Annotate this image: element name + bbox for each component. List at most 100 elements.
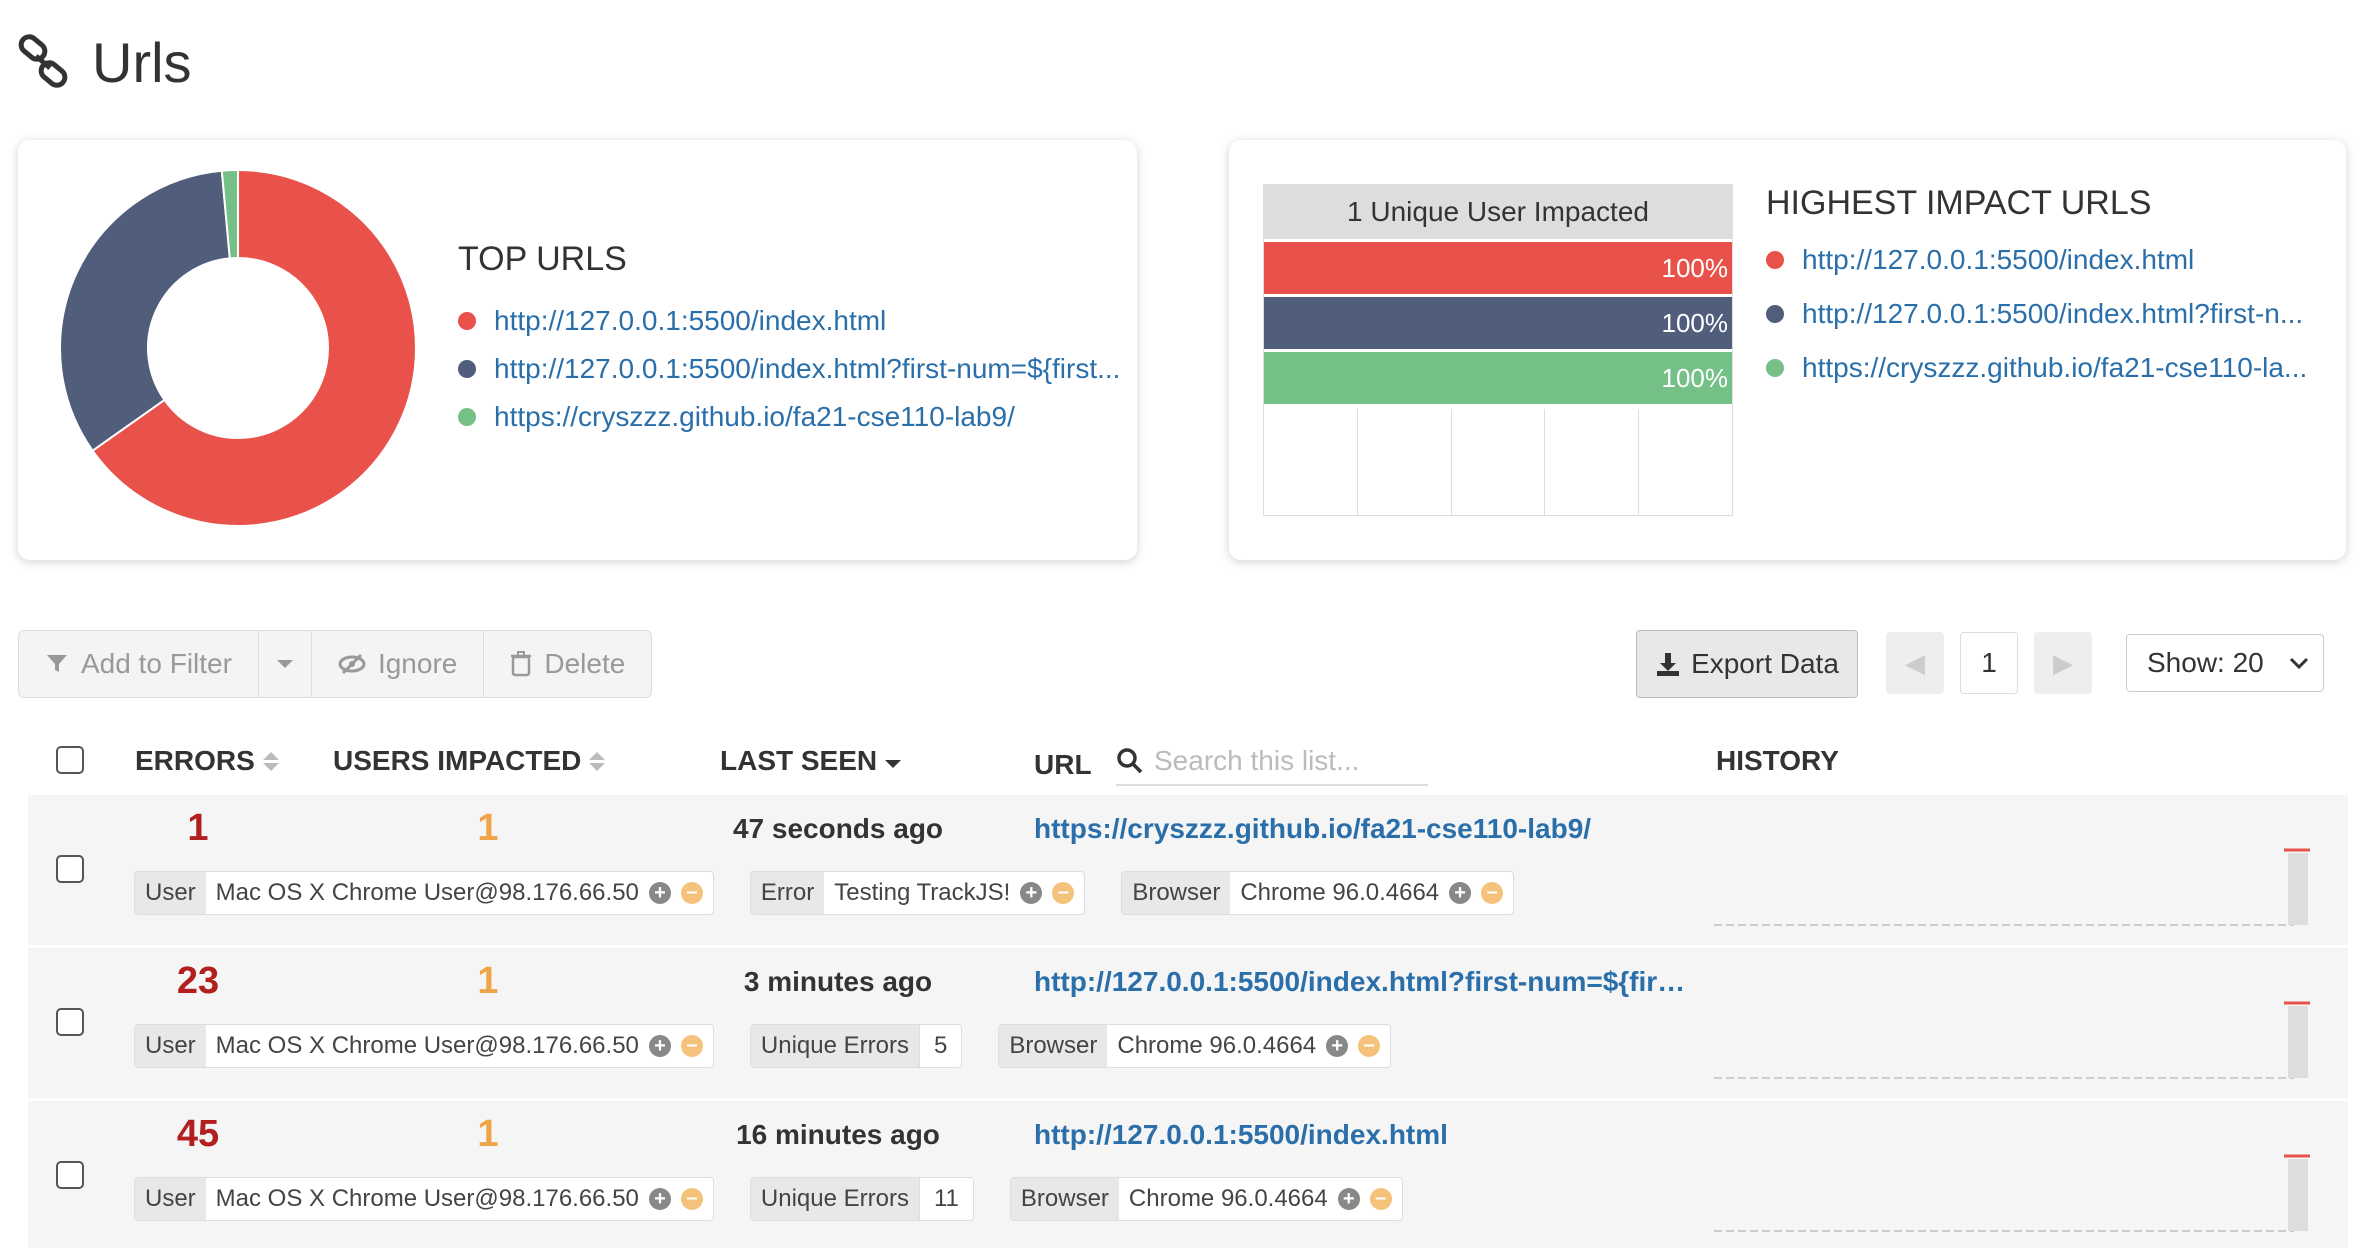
export-data-button[interactable]: Export Data [1636, 630, 1858, 698]
search-input[interactable] [1154, 745, 1424, 777]
tag-value: Mac OS X Chrome User@98.176.66.50 [215, 1032, 639, 1059]
bars-container: 100% 100% 100% [1264, 242, 1732, 404]
impact-url-link[interactable]: https://cryszzz.github.io/fa21-cse110-la… [1802, 352, 2307, 384]
impact-bar: 100% [1264, 352, 1732, 404]
exclude-filter-icon[interactable]: – [680, 882, 703, 904]
add-to-filter-label: Add to Filter [81, 648, 232, 679]
row-checkbox[interactable] [56, 855, 84, 883]
last-seen-column-header[interactable]: LAST SEEN [720, 740, 902, 782]
tag-count: 5 [918, 1025, 961, 1067]
history-sparkline [1714, 848, 2310, 926]
bar-grid [1264, 409, 1732, 515]
filter-dropdown-button[interactable] [259, 631, 312, 697]
last-seen: 3 minutes ago [743, 966, 933, 997]
exclude-filter-icon[interactable]: – [1481, 882, 1504, 904]
url-column-header: URL [1034, 744, 1092, 786]
chevron-right-icon: ▶ [2053, 647, 2073, 678]
delete-label: Delete [544, 648, 626, 679]
tag-value: Mac OS X Chrome User@98.176.66.50 [215, 879, 639, 906]
top-url-item[interactable]: http://127.0.0.1:5500/index.html?first-n… [458, 345, 1118, 393]
impact-url-item[interactable]: http://127.0.0.1:5500/index.html?first-n… [1766, 287, 2326, 341]
top-urls-card: TOP URLS http://127.0.0.1:5500/index.htm… [18, 140, 1137, 560]
tag-value: Mac OS X Chrome User@98.176.66.50 [215, 1185, 639, 1212]
top-url-link[interactable]: https://cryszzz.github.io/fa21-cse110-la… [494, 401, 1015, 433]
current-page[interactable]: 1 [1960, 632, 2018, 694]
exclude-filter-icon[interactable]: – [1358, 1035, 1381, 1057]
impact-url-link[interactable]: http://127.0.0.1:5500/index.html?first-n… [1802, 298, 2303, 330]
users-column-header[interactable]: USERS IMPACTED [333, 740, 606, 782]
delete-button[interactable]: Delete [484, 631, 651, 697]
page-header: Urls [16, 22, 192, 102]
add-filter-icon[interactable]: + [1449, 882, 1472, 904]
download-icon [1657, 653, 1680, 676]
legend-dot [1766, 359, 1784, 377]
impact-url-link[interactable]: http://127.0.0.1:5500/index.html [1802, 244, 2194, 276]
ignore-label: Ignore [377, 648, 458, 679]
impact-bar: 100% [1264, 297, 1732, 349]
users-impacted-count: 1 [477, 960, 499, 1002]
table-row[interactable]: 1 1 47 seconds ago https://cryszzz.githu… [28, 795, 2348, 945]
tag-value: Chrome 96.0.4664 [1128, 1185, 1328, 1212]
page-size-select[interactable]: Show: 20 [2126, 634, 2324, 692]
last-seen: 16 minutes ago [736, 1119, 940, 1150]
history-column-header: HISTORY [1716, 740, 1839, 782]
tag-key: Browser [1010, 1178, 1119, 1220]
add-filter-icon[interactable]: + [648, 1188, 671, 1210]
last-seen: 47 seconds ago [732, 813, 944, 844]
previous-page-button[interactable]: ◀ [1886, 632, 1944, 694]
legend-dot [1766, 305, 1784, 323]
add-filter-icon[interactable]: + [648, 882, 671, 904]
user-tag: User Mac OS X Chrome User@98.176.66.50 +… [134, 1177, 714, 1221]
errors-column-header[interactable]: ERRORS [135, 740, 279, 782]
top-url-item[interactable]: https://cryszzz.github.io/fa21-cse110-la… [458, 393, 1118, 441]
add-filter-icon[interactable]: + [1337, 1188, 1360, 1210]
error-count: 23 [176, 960, 220, 1002]
legend-dot [458, 360, 476, 378]
exclude-filter-icon[interactable]: – [1369, 1188, 1392, 1210]
next-page-button[interactable]: ▶ [2034, 632, 2092, 694]
exclude-filter-icon[interactable]: – [680, 1035, 703, 1057]
users-impacted-count: 1 [477, 1113, 499, 1155]
row-checkbox[interactable] [56, 1008, 84, 1036]
search-icon [1117, 748, 1143, 774]
table-row[interactable]: 23 1 3 minutes ago http://127.0.0.1:5500… [28, 948, 2348, 1098]
table-row[interactable]: 45 1 16 minutes ago http://127.0.0.1:550… [28, 1101, 2348, 1248]
user-tag: User Mac OS X Chrome User@98.176.66.50 +… [134, 871, 714, 915]
url-link[interactable]: http://127.0.0.1:5500/index.html [1034, 1119, 1448, 1151]
browser-tag: Browser Chrome 96.0.4664 + – [1009, 1177, 1403, 1221]
tag-list: User Mac OS X Chrome User@98.176.66.50 +… [134, 1177, 1403, 1221]
sort-icon [589, 751, 606, 771]
exclude-filter-icon[interactable]: – [1052, 882, 1075, 904]
browser-tag: Browser Chrome 96.0.4664 + – [998, 1024, 1392, 1068]
impact-bar-chart: 1 Unique User Impacted 100% 100% 100% [1263, 184, 1733, 516]
tag-key: User [135, 1025, 206, 1067]
caret-down-icon [276, 660, 293, 668]
top-url-link[interactable]: http://127.0.0.1:5500/index.html?first-n… [494, 353, 1118, 385]
url-link[interactable]: https://cryszzz.github.io/fa21-cse110-la… [1034, 813, 1591, 845]
top-url-link[interactable]: http://127.0.0.1:5500/index.html [494, 305, 886, 337]
add-filter-icon[interactable]: + [1020, 882, 1043, 904]
add-filter-icon[interactable]: + [648, 1035, 671, 1057]
trash-icon [511, 651, 532, 677]
unique-errors-tag: Unique Errors 11 [749, 1177, 974, 1221]
ignore-button[interactable]: Ignore [312, 631, 485, 697]
row-checkbox[interactable] [56, 1161, 84, 1189]
browser-tag: Browser Chrome 96.0.4664 + – [1121, 871, 1515, 915]
add-to-filter-button[interactable]: Add to Filter [19, 631, 259, 697]
top-url-item[interactable]: http://127.0.0.1:5500/index.html [458, 297, 1118, 345]
impact-url-item[interactable]: http://127.0.0.1:5500/index.html [1766, 233, 2326, 287]
unique-errors-tag: Unique Errors 5 [749, 1024, 963, 1068]
url-link[interactable]: http://127.0.0.1:5500/index.html?first-n… [1034, 966, 1694, 998]
eye-slash-icon [338, 653, 366, 675]
impact-bar: 100% [1264, 242, 1732, 294]
tag-list: User Mac OS X Chrome User@98.176.66.50 +… [134, 871, 1515, 915]
select-all-checkbox[interactable] [56, 746, 84, 774]
search-box [1116, 738, 1428, 786]
exclude-filter-icon[interactable]: – [680, 1188, 703, 1210]
error-tag: Error Testing TrackJS! + – [749, 871, 1086, 915]
donut-slice[interactable] [59, 169, 231, 453]
tag-value: Chrome 96.0.4664 [1117, 1032, 1317, 1059]
impact-url-item[interactable]: https://cryszzz.github.io/fa21-cse110-la… [1766, 341, 2326, 395]
add-filter-icon[interactable]: + [1326, 1035, 1349, 1057]
errors-header-label: ERRORS [135, 745, 255, 776]
